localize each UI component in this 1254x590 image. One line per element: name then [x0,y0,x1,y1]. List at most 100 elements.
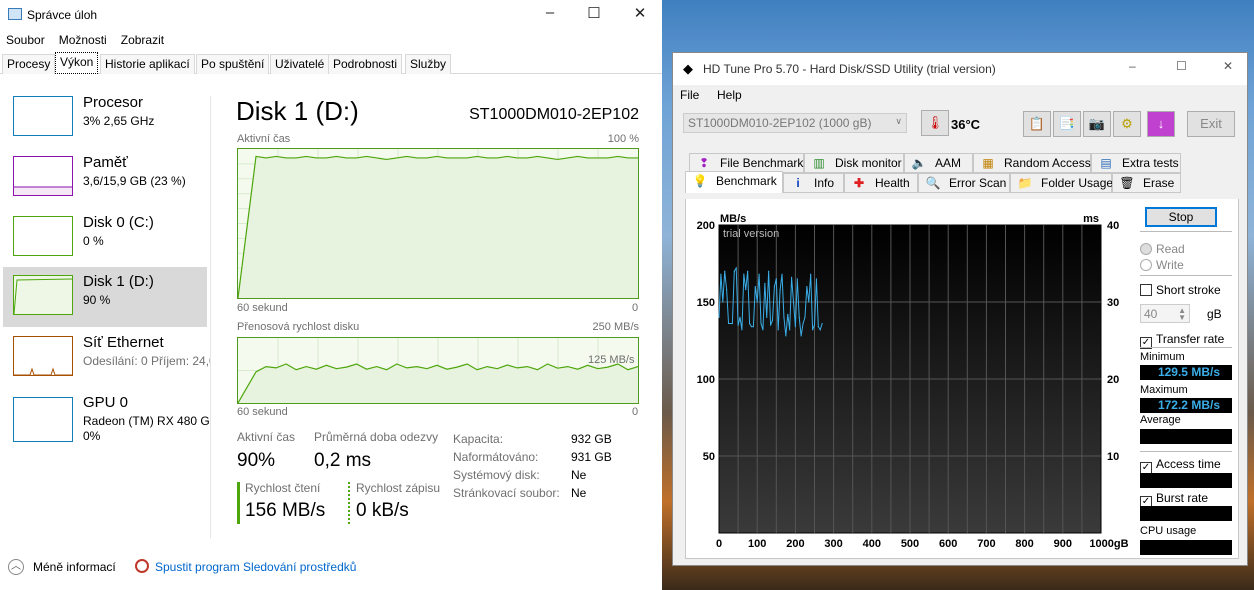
sidebar-item-gpu[interactable]: GPU 0 Radeon (TM) RX 480 Graphics 0% [3,388,211,458]
tab-info[interactable]: i Info [783,173,844,193]
data-point [811,329,814,331]
tab-aam[interactable]: 🔈 AAM [904,153,973,173]
sidebar-item-disk1[interactable]: Disk 1 (D:) 90 % [3,267,207,327]
burst-rate-label: Burst rate [1156,491,1209,505]
tab-vykon[interactable]: Výkon [55,52,99,74]
menu-bar: File Help [673,85,1247,105]
close-button[interactable]: ✕ [626,4,654,26]
prop-label: Systémový disk: [453,468,540,482]
tab-procesy[interactable]: Procesy [2,54,56,74]
tab-erase[interactable]: 🗑 Erase [1112,173,1181,193]
sidebar-item-ethernet[interactable]: Síť Ethernet Odesílání: 0 Příjem: 24,0 [3,328,211,388]
disk0-thumbnail-graph [13,216,73,256]
write-speed-value: 0 kB/s [356,500,409,521]
tab-label: Folder Usage [1041,176,1114,190]
data-point [727,322,730,325]
sidebar-item-pamet[interactable]: Paměť 3,6/15,9 GB (23 %) [3,148,207,208]
tab-benchmark[interactable]: 💡 Benchmark [685,171,783,193]
resource-monitor-icon [135,559,149,573]
time-axis-right: 0 [632,406,639,418]
temperature: 36°C [951,117,981,132]
active-time-graph [237,148,639,299]
close-button[interactable]: ✕ [1223,59,1233,73]
tab-disk-monitor[interactable]: ▥ Disk monitor [804,153,904,173]
data-point [722,301,724,303]
x-tick: 200 [786,538,804,550]
disk-monitor-icon: ▥ [813,156,825,170]
menu-zobrazit[interactable]: Zobrazit [121,33,164,47]
short-stroke-spinner[interactable]: 40 ▲ ▼ [1140,304,1190,323]
options-button[interactable]: ⚙ [1113,111,1141,137]
disk-model: ST1000DM010-2EP102 [469,106,639,123]
data-point [792,301,795,303]
chevron-down-icon: ∨ [895,116,902,126]
drive-select[interactable]: ST1000DM010-2EP102 (1000 gB) ∨ [683,113,907,133]
tab-random-access[interactable]: ▦ Random Access [973,153,1091,173]
tab-sluzby[interactable]: Služby [405,54,452,74]
gpu-thumbnail-graph [13,397,73,442]
x-tick: 1000gB [1089,538,1128,550]
stop-button[interactable]: Stop [1145,207,1217,227]
copy-graph-button[interactable]: 📑 [1053,111,1081,137]
drive-select-value: ST1000DM010-2EP102 (1000 gB) [688,116,872,130]
exit-button[interactable]: Exit [1187,111,1235,137]
sidebar-item-procesor[interactable]: Procesor 3% 2,65 GHz [3,88,207,148]
save-button[interactable]: ↓ [1147,111,1175,137]
tab-historie[interactable]: Historie aplikací [100,54,195,74]
data-point [720,273,722,275]
resource-monitor-link[interactable]: Spustit program Sledování prostředků [155,560,356,574]
menu-soubor[interactable]: Soubor [6,33,45,47]
tab-podrobnosti[interactable]: Podrobnosti [328,54,403,74]
tab-label: Health [875,176,910,190]
sidebar-item-label: Disk 1 (D:) [83,273,154,290]
read-radio[interactable]: Read [1140,242,1185,256]
sidebar-item-value: 0% [83,429,101,443]
spinner-arrows-icon[interactable]: ▲ ▼ [1178,307,1186,322]
tab-po-spusteni[interactable]: Po spuštění [196,54,270,74]
short-stroke-checkbox[interactable]: Short stroke [1140,283,1221,297]
menu-help[interactable]: Help [717,88,742,102]
sidebar-item-disk0[interactable]: Disk 0 (C:) 0 % [3,208,207,268]
menu-moznosti[interactable]: Možnosti [59,33,107,47]
short-stroke-label: Short stroke [1156,283,1221,297]
benchmark-icon: 💡 [692,174,708,188]
data-point [750,326,753,328]
transfer-max: 250 MB/s [592,321,639,333]
data-point [726,289,728,291]
x-tick: 700 [977,538,995,550]
data-point [718,316,720,318]
tab-label: Erase [1143,176,1175,190]
maximize-button[interactable]: ☐ [1176,59,1187,73]
read-speed-marker [237,482,240,524]
tab-uzivatele[interactable]: Uživatelé [270,54,330,74]
chevron-up-icon[interactable]: ︿ [8,559,24,575]
access-time-checkbox[interactable]: ✓ Access time [1140,457,1221,474]
menu-file[interactable]: File [680,88,699,102]
tab-health[interactable]: ✚ Health [844,173,918,193]
screenshot-button[interactable]: 📷 [1083,111,1111,137]
divider [1140,347,1232,348]
minimum-value: 129.5 MB/s [1140,365,1232,380]
maximum-label: Maximum [1140,384,1188,396]
tab-file-benchmark[interactable]: ❢ File Benchmark [689,153,804,173]
tab-label: AAM [935,156,962,170]
memory-thumbnail-graph [13,156,73,196]
minimize-button[interactable]: – [536,4,564,26]
minimum-label: Minimum [1140,351,1185,363]
tab-folder-usage[interactable]: 📁 Folder Usage [1010,173,1114,193]
short-stroke-unit: gB [1207,307,1222,321]
minimize-button[interactable]: – [1129,59,1136,73]
data-point [773,286,775,288]
tab-extra-tests[interactable]: ▤ Extra tests [1091,153,1181,173]
data-point [737,324,739,326]
data-point [783,316,785,318]
x-tick: 100 [748,538,766,550]
copy-info-button[interactable]: 📋 [1023,111,1051,137]
write-radio[interactable]: Write [1140,258,1184,272]
tab-error-scan[interactable]: 🔍 Error Scan [918,173,1010,193]
fewer-details-link[interactable]: Méně informací [33,560,116,574]
maximize-button[interactable]: ☐ [580,4,608,26]
ethernet-thumbnail-graph [13,336,73,376]
data-point [821,322,823,325]
random-access-icon: ▦ [982,156,994,170]
